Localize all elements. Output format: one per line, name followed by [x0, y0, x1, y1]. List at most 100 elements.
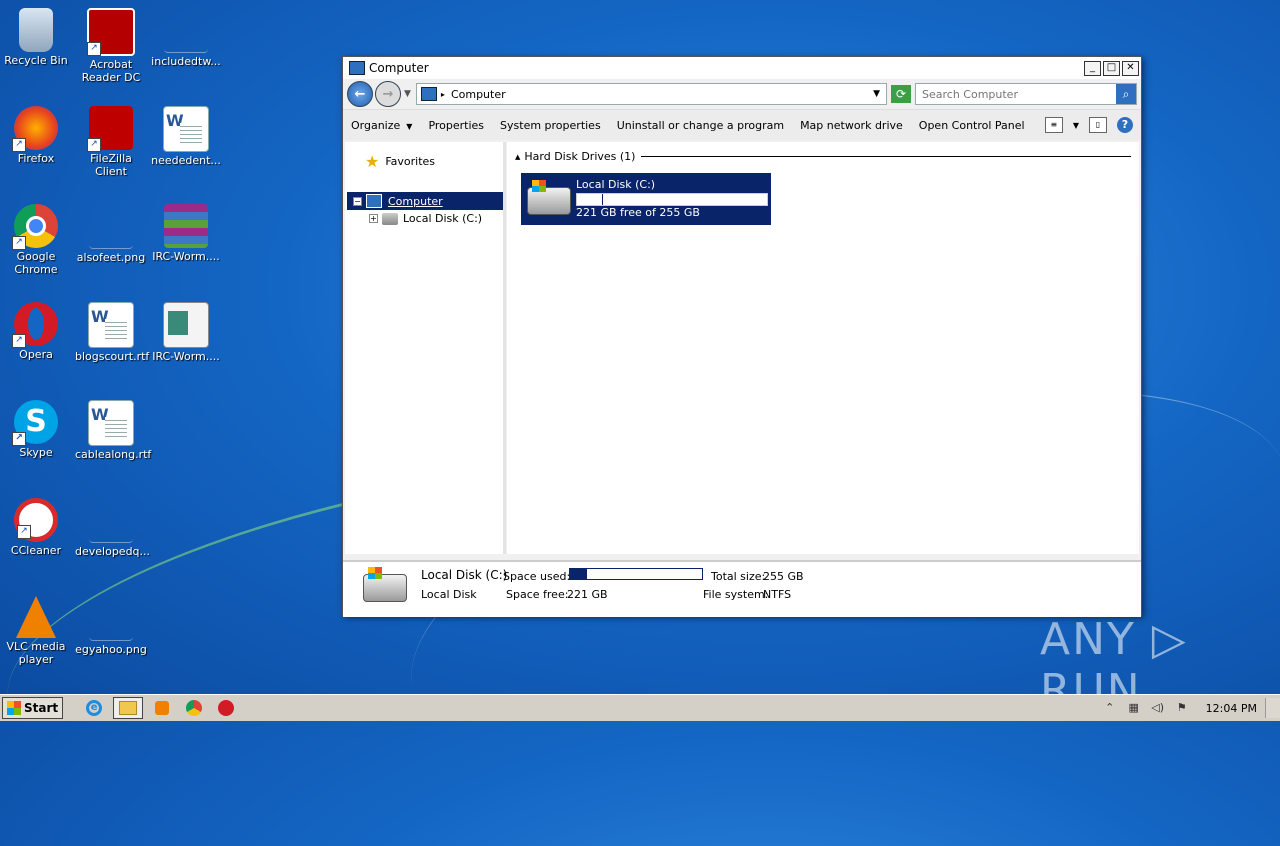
taskbar-opera[interactable] [213, 698, 239, 718]
show-desktop-button[interactable] [1265, 698, 1280, 718]
volume-icon[interactable]: ◁) [1151, 701, 1165, 715]
shortcut-arrow-icon: ↗ [87, 42, 101, 56]
hard-disk-icon [527, 180, 571, 215]
drive-usage-fill [577, 194, 603, 205]
collapse-icon[interactable]: − [353, 196, 362, 206]
group-header[interactable]: ▲ Hard Disk Drives (1) [515, 150, 1131, 163]
address-bar[interactable]: ▸ Computer ▼ [415, 83, 887, 105]
search-box[interactable]: ⌕ [915, 83, 1137, 105]
desktop-icon-recycle-bin[interactable]: Recycle Bin [0, 2, 72, 86]
image-file-icon [89, 204, 133, 249]
desktop-icon-label: Recycle Bin [4, 54, 68, 67]
taskbar-chrome[interactable] [181, 698, 207, 718]
address-dropdown-icon[interactable]: ▼ [873, 89, 880, 99]
desktop-icon-label: VLC media player [6, 640, 66, 666]
total-size-label: Total size: [711, 570, 766, 583]
clock[interactable]: 12:04 PM [1206, 702, 1257, 715]
chevron-down-icon[interactable]: ▼ [1073, 121, 1079, 130]
desktop-icon-file[interactable]: W blogscourt.rtf [75, 296, 149, 380]
help-icon[interactable]: ? [1117, 117, 1133, 133]
desktop-icon-chrome[interactable]: ↗ Google Chrome [0, 198, 72, 282]
shortcut-arrow-icon: ↗ [12, 138, 26, 152]
skype-icon: S ↗ [12, 400, 58, 446]
shortcut-arrow-icon: ↗ [12, 334, 26, 348]
desktop-icon-label: neededent... [151, 154, 221, 167]
title-bar[interactable]: Computer _ □ ✕ [343, 57, 1141, 79]
desktop-icon-file[interactable]: includedtw... [150, 2, 222, 86]
show-hidden-icons-icon[interactable]: ⌃ [1103, 701, 1117, 715]
change-view-icon[interactable]: ≡ [1044, 117, 1063, 133]
drive-name: Local Disk (C:) [576, 178, 656, 191]
taskbar-internet-explorer[interactable]: e [81, 698, 107, 718]
drive-tile[interactable]: Local Disk (C:) 221 GB free of 255 GB [521, 173, 771, 225]
desktop-icon-ccleaner[interactable]: ↗ CCleaner [0, 492, 72, 576]
opera-icon: ↗ [12, 302, 58, 348]
nav-item-favorites[interactable]: ★ Favorites [365, 152, 503, 171]
computer-icon [366, 194, 382, 208]
breadcrumb[interactable]: Computer [451, 88, 873, 101]
desktop-icon-file[interactable]: egyahoo.png [75, 590, 147, 674]
system-tray: ⌃ ▦ ◁) ⚑ 12:04 PM [1098, 695, 1280, 721]
desktop-icon-opera[interactable]: ↗ Opera [0, 296, 72, 380]
space-used-label: Space used: [503, 570, 571, 583]
organize-button[interactable]: Organize ▼ [351, 119, 412, 132]
details-drive-name: Local Disk (C:) [421, 568, 508, 582]
search-input[interactable] [916, 86, 1116, 102]
winrar-archive-icon [164, 204, 208, 248]
desktop-icon-acrobat[interactable]: ↗ Acrobat Reader DC [75, 2, 147, 86]
image-file-icon [89, 596, 133, 641]
desktop-icon-file[interactable]: W cablealong.rtf [75, 394, 152, 478]
desktop-icon-file[interactable]: IRC-Worm.... [150, 198, 222, 282]
uninstall-program-button[interactable]: Uninstall or change a program [617, 119, 784, 132]
desktop-icon-label: alsofeet.png [76, 251, 146, 264]
breadcrumb-arrow-icon[interactable]: ▸ [441, 90, 445, 99]
desktop-icon-label: IRC-Worm.... [152, 350, 220, 363]
close-button[interactable]: ✕ [1122, 60, 1139, 76]
desktop-icon-vlc[interactable]: VLC media player [0, 590, 72, 674]
desktop-icon-label: Firefox [17, 152, 55, 165]
file-system-label: File system: [703, 588, 769, 601]
action-center-flag-icon[interactable]: ⚑ [1175, 701, 1189, 715]
recent-pages-dropdown[interactable]: ▼ [404, 89, 411, 99]
navigation-pane: ★ Favorites − Computer + Local Disk (C:) [345, 142, 506, 554]
preview-pane-icon[interactable]: ▯ [1089, 117, 1107, 133]
back-button[interactable]: ← [347, 81, 373, 107]
open-control-panel-button[interactable]: Open Control Panel [919, 119, 1025, 132]
refresh-button[interactable]: ⟳ [891, 85, 911, 103]
forward-button[interactable]: → [375, 81, 401, 107]
system-properties-button[interactable]: System properties [500, 119, 601, 132]
desktop-icon-file[interactable]: IRC-Worm.... [150, 296, 222, 380]
taskbar-windows-explorer[interactable] [113, 697, 144, 719]
filezilla-icon: ↗ [87, 106, 133, 152]
minimize-button[interactable]: _ [1084, 60, 1101, 76]
collapse-group-icon[interactable]: ▲ [515, 153, 520, 161]
start-button[interactable]: Start [2, 697, 64, 719]
organize-label: Organize [351, 118, 401, 132]
group-title: Hard Disk Drives (1) [524, 150, 636, 163]
taskbar-media-player[interactable] [149, 698, 175, 718]
window-title: Computer [369, 61, 429, 75]
desktop-icon-firefox[interactable]: ↗ Firefox [0, 100, 72, 184]
search-icon[interactable]: ⌕ [1116, 84, 1136, 104]
desktop-icon-file[interactable]: alsofeet.png [75, 198, 147, 282]
maximize-button[interactable]: □ [1103, 60, 1120, 76]
desktop-icon-label: FileZilla Client [90, 152, 132, 178]
nav-item-local-disk[interactable]: + Local Disk (C:) [363, 212, 482, 225]
desktop-icon-label: cablealong.rtf [75, 448, 152, 461]
map-network-drive-button[interactable]: Map network drive [800, 119, 903, 132]
address-bar-row: ← → ▼ ▸ Computer ▼ ⟳ ⌕ [343, 79, 1141, 109]
star-icon: ★ [365, 152, 380, 171]
desktop-icon-file[interactable]: developedq... [75, 492, 150, 576]
expand-icon[interactable]: + [369, 214, 378, 223]
desktop-icon-skype[interactable]: S ↗ Skype [0, 394, 72, 478]
desktop-icon-filezilla[interactable]: ↗ FileZilla Client [75, 100, 147, 184]
word-document-icon: W [88, 302, 134, 348]
chevron-down-icon: ▼ [406, 121, 413, 131]
start-label: Start [24, 701, 59, 715]
properties-button[interactable]: Properties [428, 119, 484, 132]
desktop-icon-file[interactable]: W neededent... [150, 100, 222, 184]
nav-item-computer[interactable]: − Computer [347, 192, 503, 210]
nav-item-label: Local Disk (C:) [403, 212, 483, 225]
computer-icon [420, 87, 437, 101]
network-icon[interactable]: ▦ [1127, 701, 1141, 715]
